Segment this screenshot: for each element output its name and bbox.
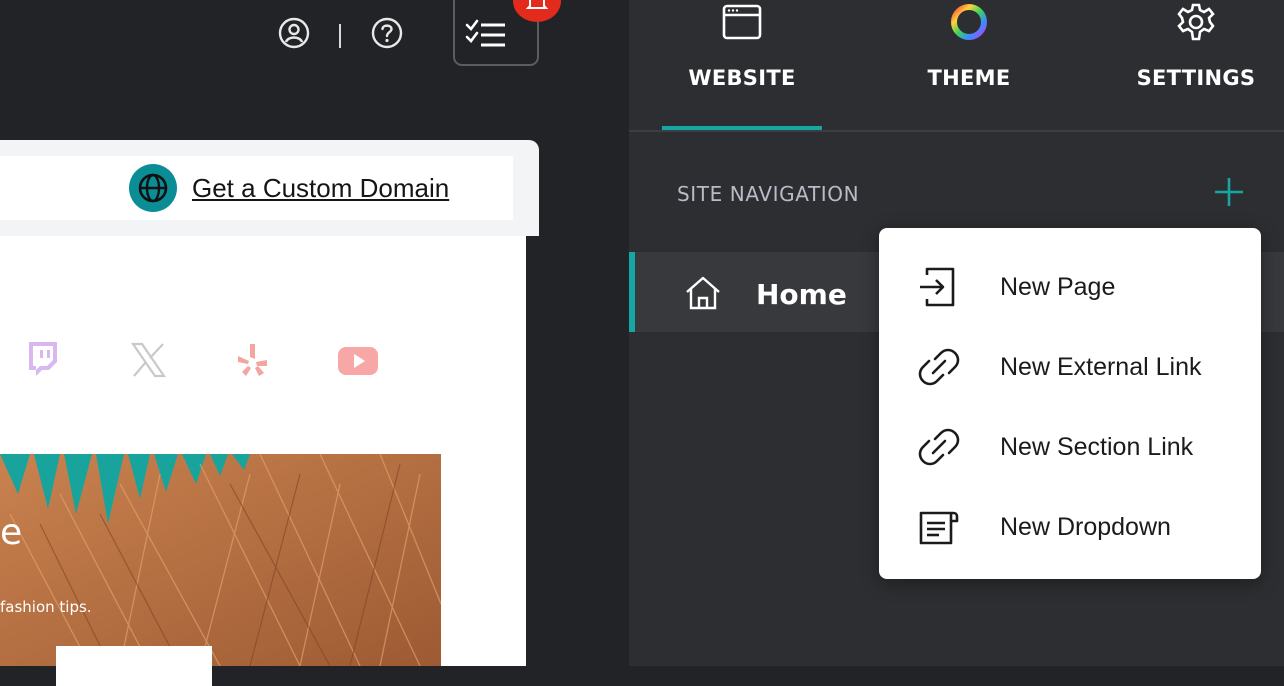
- menu-item-new-dropdown-label: New Dropdown: [1000, 513, 1171, 541]
- color-wheel-icon: [951, 4, 987, 40]
- menu-item-new-dropdown[interactable]: New Dropdown: [879, 487, 1261, 567]
- user-circle-icon[interactable]: [277, 16, 311, 50]
- tab-theme[interactable]: THEME: [889, 0, 1049, 130]
- bell-icon: [526, 0, 548, 9]
- site-navigation-heading: SITE NAVIGATION: [677, 182, 860, 206]
- custom-domain-link[interactable]: Get a Custom Domain: [192, 173, 449, 204]
- menu-item-new-section-link[interactable]: New Section Link: [879, 407, 1261, 487]
- add-page-button[interactable]: [1212, 175, 1246, 209]
- browser-window-icon: [722, 4, 762, 40]
- twitch-icon[interactable]: [26, 340, 60, 382]
- home-icon: [686, 276, 720, 310]
- toolbar-separator: [339, 24, 341, 48]
- menu-item-new-page[interactable]: New Page: [879, 247, 1261, 327]
- nav-page-home-label: Home: [756, 278, 847, 311]
- tab-website[interactable]: WEBSITE: [662, 0, 822, 130]
- menu-item-new-external-link-label: New External Link: [1000, 353, 1202, 381]
- menu-item-new-external-link[interactable]: New External Link: [879, 327, 1261, 407]
- add-navigation-menu: New Page New External Link New Section L…: [879, 228, 1261, 579]
- menu-item-new-page-label: New Page: [1000, 273, 1116, 301]
- yelp-icon[interactable]: [236, 342, 270, 382]
- globe-icon: [129, 164, 177, 212]
- link-icon: [918, 348, 960, 386]
- x-icon[interactable]: [130, 342, 167, 382]
- youtube-icon[interactable]: [337, 346, 379, 380]
- active-tab-indicator: [662, 126, 822, 130]
- question-circle-icon[interactable]: [370, 16, 404, 50]
- new-page-icon: [920, 267, 955, 307]
- menu-item-new-section-link-label: New Section Link: [1000, 433, 1194, 461]
- hero-button[interactable]: [56, 646, 212, 686]
- checklist-icon: [465, 19, 505, 47]
- hero-text: fashion tips.: [0, 598, 92, 616]
- tab-theme-label: THEME: [927, 66, 1011, 90]
- link-icon: [918, 428, 960, 466]
- dropdown-icon: [919, 511, 959, 545]
- gear-icon: [1177, 3, 1215, 41]
- hero-image: [0, 454, 441, 666]
- hero-heading: e: [0, 512, 23, 553]
- tab-settings-label: SETTINGS: [1136, 66, 1256, 90]
- tab-settings[interactable]: SETTINGS: [1116, 0, 1276, 130]
- plus-icon: [1215, 178, 1243, 206]
- selected-page-indicator: [629, 252, 635, 332]
- tab-website-label: WEBSITE: [688, 66, 796, 90]
